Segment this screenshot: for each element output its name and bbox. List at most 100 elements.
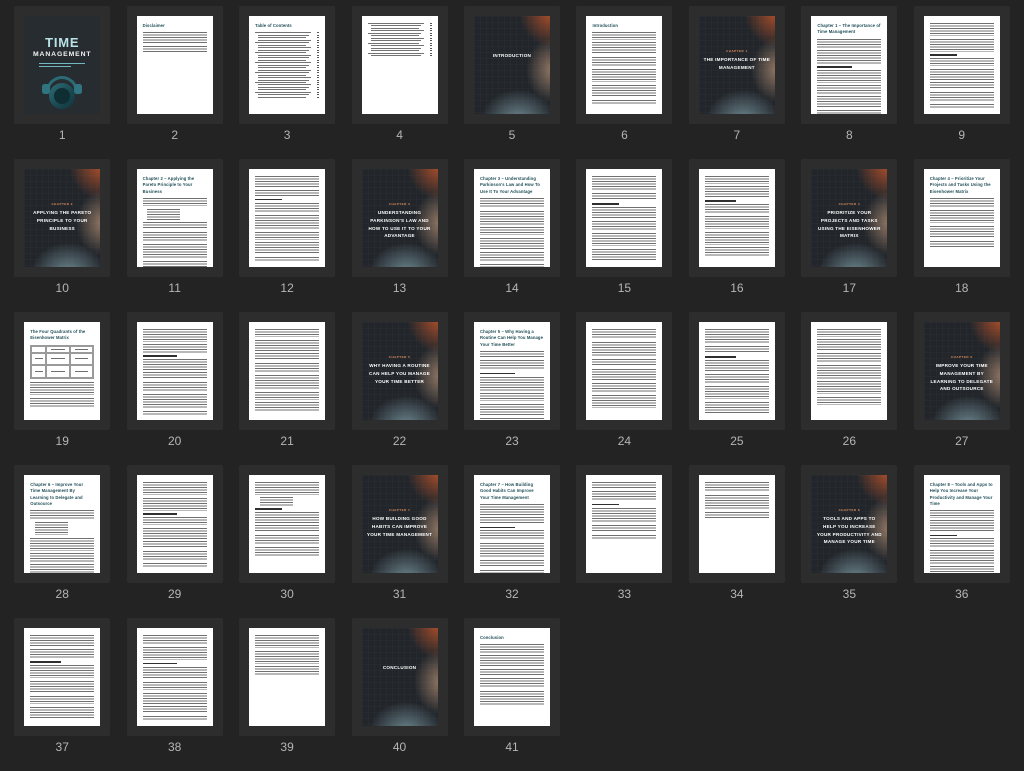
page-thumbnail[interactable] [689,465,785,583]
page-thumbnail[interactable]: Table of Contents [239,6,335,124]
matrix-cell-text [75,371,88,372]
page-heading: Disclaimer [143,23,207,29]
page-thumbnail[interactable]: Chapter 3 – Understanding Parkinson's La… [464,159,560,277]
page-thumbnail[interactable]: The Four Quadrants of the Eisenhower Mat… [14,312,110,430]
page-preview [699,475,775,573]
body-text-lines [480,669,544,676]
page-thumbnail[interactable] [239,312,335,430]
page-thumbnail[interactable] [689,312,785,430]
page-heading: Chapter 8 – Tools and Apps to Help You I… [930,482,994,507]
body-text-lines [930,198,994,207]
toc-row [255,97,319,98]
page-thumbnail[interactable] [239,159,335,277]
body-text-lines [255,232,319,240]
page-number: 35 [843,587,856,601]
body-subheading [255,508,282,510]
page-thumbnail[interactable]: Chapter 1 – The Importance of Time Manag… [801,6,897,124]
body-text-lines [930,520,994,532]
matrix-cell-text [75,349,88,350]
page-thumbnail[interactable]: Chapter 7 – How Building Good Habits Can… [464,465,560,583]
page-preview: CHAPTER 7HOW BUILDING GOOD HABITS CAN IM… [362,475,438,573]
page-thumbnail[interactable] [801,312,897,430]
page-thumbnail[interactable]: TIMEMANAGEMENT [14,6,110,124]
toc-page-number [317,60,319,61]
page-thumbnail[interactable]: Chapter 4 – Prioritize Your Projects and… [914,159,1010,277]
page-thumbnail[interactable]: CHAPTER 5WHY HAVING A ROUTINE CAN HELP Y… [352,312,448,430]
page-thumbnail[interactable]: CHAPTER 6IMPROVE YOUR TIME MANAGEMENT BY… [914,312,1010,430]
body-subheading [705,200,736,202]
page-thumbnail[interactable] [576,312,672,430]
matrix-cell [31,365,46,377]
body-text-lines [255,375,319,389]
page-number: 12 [280,281,293,295]
page-preview [699,322,775,420]
page-thumbnail[interactable]: Disclaimer [127,6,223,124]
body-text-lines [480,418,544,420]
body-text-lines [705,386,769,399]
eisenhower-matrix-table [30,345,94,379]
page-cell: 39 [231,618,343,771]
page-thumbnail[interactable]: CHAPTER 7HOW BUILDING GOOD HABITS CAN IM… [352,465,448,583]
page-number: 30 [280,587,293,601]
matrix-heading: The Four Quadrants of the Eisenhower Mat… [30,329,94,342]
page-thumbnail[interactable]: CHAPTER 1THE IMPORTANCE OF TIME MANAGEME… [689,6,785,124]
chapter-title: WHY HAVING A ROUTINE CAN HELP YOU MANAGE… [366,362,433,385]
toc-page-number [317,77,319,78]
toc-row [255,77,319,78]
body-text-lines [143,222,207,229]
page-cell: Chapter 1 – The Importance of Time Manag… [793,6,905,159]
body-text-lines [480,393,544,401]
page-thumbnail[interactable]: Chapter 2 – Applying the Pareto Principl… [127,159,223,277]
body-text-lines [255,242,319,254]
page-thumbnail[interactable] [127,618,223,736]
page-thumbnail[interactable] [914,6,1010,124]
page-number: 37 [56,740,69,754]
page-thumbnail[interactable]: CHAPTER 8TOOLS AND APPS TO HELP YOU INCR… [801,465,897,583]
page-thumbnail[interactable] [576,465,672,583]
page-thumbnail[interactable]: Chapter 8 – Tools and Apps to Help You I… [914,465,1010,583]
page-thumbnail[interactable]: Chapter 5 – Why Having a Routine Can Hel… [464,312,560,430]
page-thumbnail[interactable] [14,618,110,736]
toc-page-number [317,94,319,95]
page-thumbnail[interactable] [239,465,335,583]
body-text-lines [30,707,94,718]
page-thumbnail[interactable] [127,312,223,430]
toc-row [255,35,319,36]
body-text-lines [480,504,544,515]
page-thumbnail[interactable] [352,6,448,124]
page-number: 21 [280,434,293,448]
body-text-lines [592,491,656,501]
page-thumbnail[interactable]: CONCLUSION [352,618,448,736]
page-thumbnail[interactable]: Conclusion [464,618,560,736]
page-heading: Chapter 5 – Why Having a Routine Can Hel… [480,329,544,348]
page-cell: 4 [343,6,455,159]
page-thumbnail[interactable]: Chapter 6 – Improve Your Time Management… [14,465,110,583]
page-thumbnail[interactable] [689,159,785,277]
page-cell: 34 [681,465,793,618]
body-text-lines [30,564,94,573]
page-thumbnail[interactable]: CHAPTER 2APPLYING THE PARETO PRINCIPLE T… [14,159,110,277]
page-thumbnail[interactable] [127,465,223,583]
matrix-cell [70,353,94,365]
toc-entry-line [371,25,422,26]
toc-page-number [317,75,319,76]
page-thumbnail[interactable] [239,618,335,736]
page-thumbnail[interactable]: Introduction [576,6,672,124]
page-thumbnail[interactable]: CHAPTER 3UNDERSTANDING PARKINSON'S LAW A… [352,159,448,277]
page-thumbnail[interactable] [576,159,672,277]
toc-entry-line [368,33,422,34]
toc-page-number [430,45,432,46]
page-number: 23 [505,434,518,448]
body-text-lines [930,550,994,563]
page-thumbnail[interactable]: INTRODUCTION [464,6,560,124]
toc-heading: Table of Contents [255,23,319,29]
body-text-lines [705,482,769,492]
page-number: 19 [56,434,69,448]
body-text-lines [143,359,207,370]
page-number: 1 [59,128,66,142]
page-thumbnail[interactable]: CHAPTER 4PRIORITIZE YOUR PROJECTS AND TA… [801,159,897,277]
toc-row [368,55,432,56]
chapter-title: IMPROVE YOUR TIME MANAGEMENT BY LEARNING… [928,362,995,393]
page-preview [586,322,662,420]
body-text-lines [143,329,207,342]
